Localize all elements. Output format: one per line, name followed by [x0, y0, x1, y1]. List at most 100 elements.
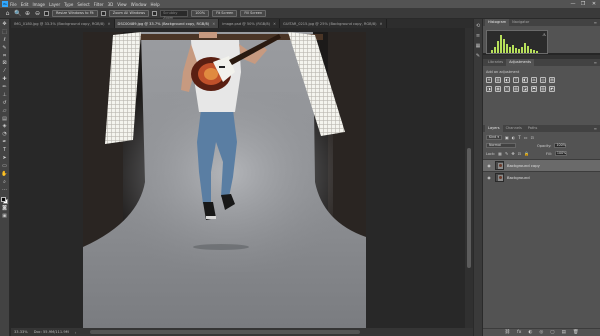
history-brush-icon[interactable]: ↺	[1, 100, 8, 107]
zoom-tool-icon[interactable]: ⌕	[1, 179, 8, 186]
artboard-icon[interactable]: ⊡	[518, 151, 521, 156]
doc-tab[interactable]: image.psd @ 50% (RGB/8) ✕	[219, 19, 281, 28]
foreground-color[interactable]	[1, 197, 6, 203]
scrubby-zoom-checkbox[interactable]	[152, 10, 158, 16]
fit-screen-button[interactable]: Fit Screen	[212, 9, 238, 17]
selective-color-icon[interactable]: ◩	[549, 86, 555, 92]
shape-filter-icon[interactable]: ▭	[524, 135, 528, 140]
pixel-filter-icon[interactable]: ▣	[505, 135, 509, 140]
menu-select[interactable]: Select	[77, 2, 89, 7]
gradient-map-icon[interactable]: ▨	[540, 86, 546, 92]
new-group-icon[interactable]: ▢	[550, 330, 554, 335]
resize-windows-checkbox[interactable]	[44, 10, 49, 16]
vibrance-icon[interactable]: ◧	[522, 77, 528, 83]
horizontal-scrollbar[interactable]	[90, 330, 360, 334]
zoom-in-icon[interactable]: ⊕	[24, 10, 31, 17]
visibility-eye-icon[interactable]: ◉	[486, 163, 492, 168]
color-balance-icon[interactable]: ⚖	[531, 77, 537, 83]
blend-mode-dropdown[interactable]: Normal	[486, 143, 516, 148]
menu-window[interactable]: Window	[131, 2, 147, 7]
layer-name[interactable]: Background copy	[507, 163, 540, 168]
history-icon[interactable]: ⟲	[475, 23, 481, 29]
tab-layers[interactable]: Layers	[485, 125, 503, 132]
color-lookup-icon[interactable]: ◫	[504, 86, 510, 92]
lock-all-icon[interactable]: 🔒	[524, 151, 529, 156]
link-layers-icon[interactable]: ⛓	[504, 330, 510, 335]
layer-style-icon[interactable]: fx	[517, 330, 521, 335]
close-icon[interactable]: ✕	[380, 22, 383, 26]
close-icon[interactable]: ✕	[108, 22, 111, 26]
tab-channels[interactable]: Channels	[503, 125, 525, 132]
home-icon[interactable]: ⌂	[4, 10, 11, 17]
swatches-icon[interactable]: ▦	[475, 43, 481, 49]
path-select-icon[interactable]: ➤	[1, 155, 8, 162]
photoshop-logo[interactable]: Ps	[2, 1, 8, 7]
rectangle-tool-icon[interactable]: ▭	[1, 163, 8, 170]
menu-view[interactable]: View	[117, 2, 127, 7]
fill-input[interactable]: 100%	[554, 151, 567, 156]
black-white-icon[interactable]: ▤	[549, 77, 555, 83]
tab-histogram[interactable]: Histogram	[485, 19, 510, 26]
smart-filter-icon[interactable]: ⊡	[530, 135, 533, 140]
invert-icon[interactable]: ▧	[513, 86, 519, 92]
more-tools-icon[interactable]: …	[1, 187, 8, 193]
status-menu-icon[interactable]: ›	[75, 330, 77, 335]
close-icon[interactable]: ✕	[273, 22, 276, 26]
doc-tab[interactable]: IMG_0180.jpg @ 33.3% (Background copy, R…	[11, 19, 115, 28]
visibility-eye-icon[interactable]: ◉	[486, 175, 492, 180]
menu-filter[interactable]: Filter	[94, 2, 104, 7]
exposure-icon[interactable]: ▽	[513, 77, 519, 83]
doc-tab-active[interactable]: DSC00489.jpg @ 33.7% (Background copy, R…	[114, 19, 220, 28]
quick-select-icon[interactable]: ✎	[1, 45, 8, 52]
close-icon[interactable]: ✕	[212, 22, 215, 26]
zoom-out-icon[interactable]: ⊖	[34, 10, 41, 17]
lock-brush-icon[interactable]: ✎	[505, 151, 508, 156]
doc-tab[interactable]: GUITAR_0215.jpg @ 25% (Background copy, …	[280, 19, 387, 28]
blur-tool-icon[interactable]: ◈	[1, 124, 8, 130]
tab-paths[interactable]: Paths	[525, 125, 541, 132]
zoom-tool-icon[interactable]: 🔍	[14, 10, 21, 17]
frame-tool-icon[interactable]: ⊠	[1, 61, 8, 67]
new-adjustment-icon[interactable]: ◎	[539, 330, 543, 335]
properties-icon[interactable]: ≡	[475, 33, 481, 39]
add-mask-icon[interactable]: ◐	[528, 330, 532, 335]
curves-icon[interactable]: ◐	[504, 77, 510, 83]
zoom-all-button[interactable]: Zoom All Windows	[108, 9, 150, 17]
crop-tool-icon[interactable]: ⌗	[1, 53, 8, 60]
layer-row[interactable]: ◉ Background	[483, 171, 600, 183]
lock-position-icon[interactable]: ✥	[511, 151, 514, 156]
layer-name[interactable]: Background	[507, 175, 530, 180]
resize-windows-button[interactable]: Resize Windows to Fit	[52, 9, 98, 17]
opacity-input[interactable]: 100%	[554, 143, 567, 148]
lasso-tool-icon[interactable]: ℓ	[1, 37, 8, 44]
clone-stamp-icon[interactable]: ⊥	[1, 92, 8, 99]
gradient-tool-icon[interactable]: ▤	[1, 116, 8, 123]
posterize-icon[interactable]: ◪	[522, 86, 528, 92]
brightness-contrast-icon[interactable]: ☀	[486, 77, 492, 83]
brush-tool-icon[interactable]: ✏	[1, 84, 8, 91]
levels-icon[interactable]: ▥	[495, 77, 501, 83]
dodge-tool-icon[interactable]: ◔	[1, 132, 8, 138]
type-filter-icon[interactable]: T	[518, 135, 520, 140]
percent-button[interactable]: 100%	[191, 9, 210, 17]
document-canvas[interactable]	[83, 32, 366, 328]
photo-filter-icon[interactable]: ◑	[486, 86, 492, 92]
fill-screen-button[interactable]: Fill Screen	[240, 9, 267, 17]
screen-mode-icon[interactable]: ▣	[1, 214, 8, 220]
threshold-icon[interactable]: ⬒	[531, 86, 537, 92]
move-tool-icon[interactable]: ✥	[1, 21, 8, 28]
tab-navigator[interactable]: Navigator	[509, 19, 532, 26]
close-icon[interactable]: ✕	[589, 0, 599, 8]
minimize-icon[interactable]: —	[568, 0, 578, 8]
type-tool-icon[interactable]: T	[1, 147, 8, 154]
vertical-scrollbar[interactable]	[465, 28, 473, 328]
menu-file[interactable]: File	[10, 2, 17, 7]
vertical-scroll-thumb[interactable]	[467, 148, 471, 268]
pen-tool-icon[interactable]: ✒	[1, 139, 8, 146]
panel-menu-icon[interactable]: ≡	[594, 60, 597, 65]
quick-mask-icon[interactable]: ◙	[1, 206, 8, 212]
delete-layer-icon[interactable]: 🗑	[573, 330, 579, 335]
healing-brush-icon[interactable]: ✚	[1, 76, 8, 83]
panel-menu-icon[interactable]: ≡	[594, 20, 597, 25]
color-swatches[interactable]	[1, 197, 8, 205]
